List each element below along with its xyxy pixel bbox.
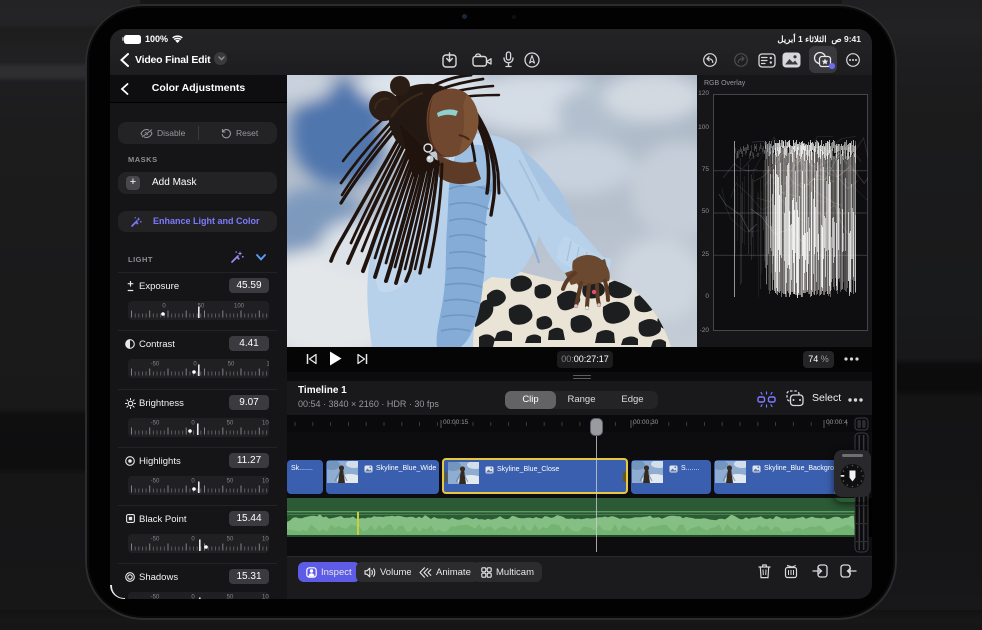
svg-text:50: 50 — [227, 595, 234, 600]
svg-text:1: 1 — [266, 362, 269, 368]
svg-text:100: 100 — [262, 595, 269, 600]
svg-text:-50: -50 — [151, 595, 160, 600]
svg-text:50: 50 — [228, 362, 235, 368]
svg-text:-50: -50 — [151, 537, 160, 543]
svg-text:100: 100 — [234, 304, 245, 310]
svg-text:100: 100 — [262, 421, 269, 427]
svg-text:100: 100 — [262, 479, 269, 485]
svg-text:50: 50 — [227, 537, 234, 543]
svg-text:-50: -50 — [151, 362, 160, 368]
svg-text:-50: -50 — [151, 421, 160, 427]
svg-text:50: 50 — [227, 421, 234, 427]
svg-text:50: 50 — [227, 479, 234, 485]
svg-text:100: 100 — [262, 537, 269, 543]
svg-text:-50: -50 — [151, 479, 160, 485]
